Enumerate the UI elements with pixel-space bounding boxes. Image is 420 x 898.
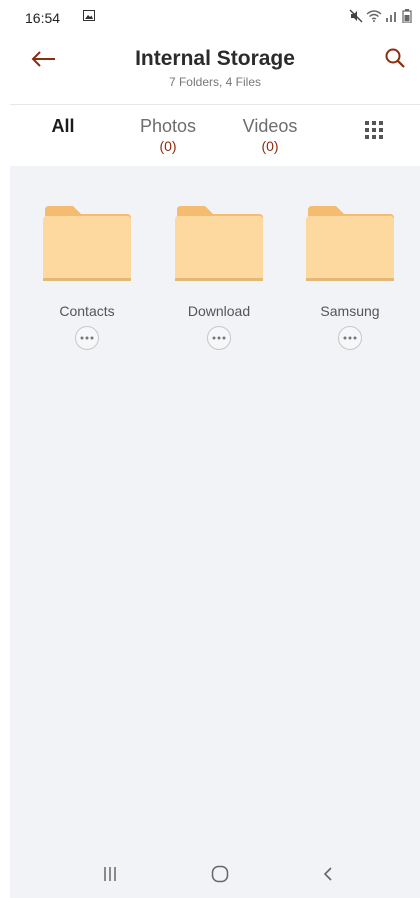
page-title: Internal Storage [135, 47, 295, 70]
search-icon [385, 48, 405, 68]
status-time: 16:54 [25, 10, 61, 26]
home-button[interactable] [200, 862, 240, 886]
status-icons [349, 9, 412, 23]
more-horizontal-icon [343, 336, 357, 340]
back-icon [323, 867, 332, 881]
phone-screen: 16:54 Internal Storage 7 Folders, 4 File… [10, 0, 420, 898]
app-bar: Internal Storage 7 Folders, 4 Files [10, 28, 420, 105]
tab-all[interactable]: All [45, 115, 81, 137]
folder-grid: Contacts Download Samsung [10, 166, 420, 850]
system-nav-bar [10, 850, 420, 898]
folder-name: Contacts [59, 303, 115, 319]
tab-videos[interactable]: Videos (0) [235, 115, 305, 155]
folder-icon[interactable] [306, 206, 394, 282]
wifi-icon [366, 10, 382, 22]
tab-videos-label: Videos [242, 116, 298, 136]
gallery-notification-icon [83, 10, 95, 21]
grid-view-button[interactable] [362, 118, 386, 142]
recents-icon [104, 867, 116, 881]
more-options-button[interactable] [75, 326, 99, 350]
folder-icon[interactable] [175, 206, 263, 282]
back-button[interactable] [26, 42, 60, 76]
tab-all-label: All [51, 116, 75, 136]
folder-name: Samsung [320, 303, 380, 319]
folder-icon[interactable] [43, 206, 131, 282]
grid-view-icon [365, 121, 383, 139]
folder-name: Download [187, 303, 251, 319]
more-horizontal-icon [80, 336, 94, 340]
folder-item-download[interactable]: Download [164, 206, 274, 350]
battery-icon [402, 9, 412, 23]
nav-back-button[interactable] [308, 862, 348, 886]
tab-photos-count: (0) [159, 138, 177, 154]
search-button[interactable] [378, 41, 412, 75]
tab-bar: All Photos (0) Videos (0) [10, 105, 420, 166]
page-subtitle: 7 Folders, 4 Files [168, 75, 262, 89]
arrow-left-icon [31, 51, 55, 67]
signal-icon [386, 12, 396, 22]
home-icon [211, 865, 229, 883]
status-bar: 16:54 [10, 0, 420, 28]
mute-icon [349, 9, 363, 23]
title-block: Internal Storage 7 Folders, 4 Files [90, 46, 340, 90]
more-options-button[interactable] [338, 326, 362, 350]
recents-button[interactable] [90, 862, 130, 886]
more-horizontal-icon [212, 336, 226, 340]
folder-item-contacts[interactable]: Contacts [32, 206, 142, 350]
tab-photos-label: Photos [139, 116, 197, 136]
tab-videos-count: (0) [261, 138, 279, 154]
folder-item-samsung[interactable]: Samsung [295, 206, 405, 350]
tab-photos[interactable]: Photos (0) [128, 115, 208, 155]
more-options-button[interactable] [207, 326, 231, 350]
